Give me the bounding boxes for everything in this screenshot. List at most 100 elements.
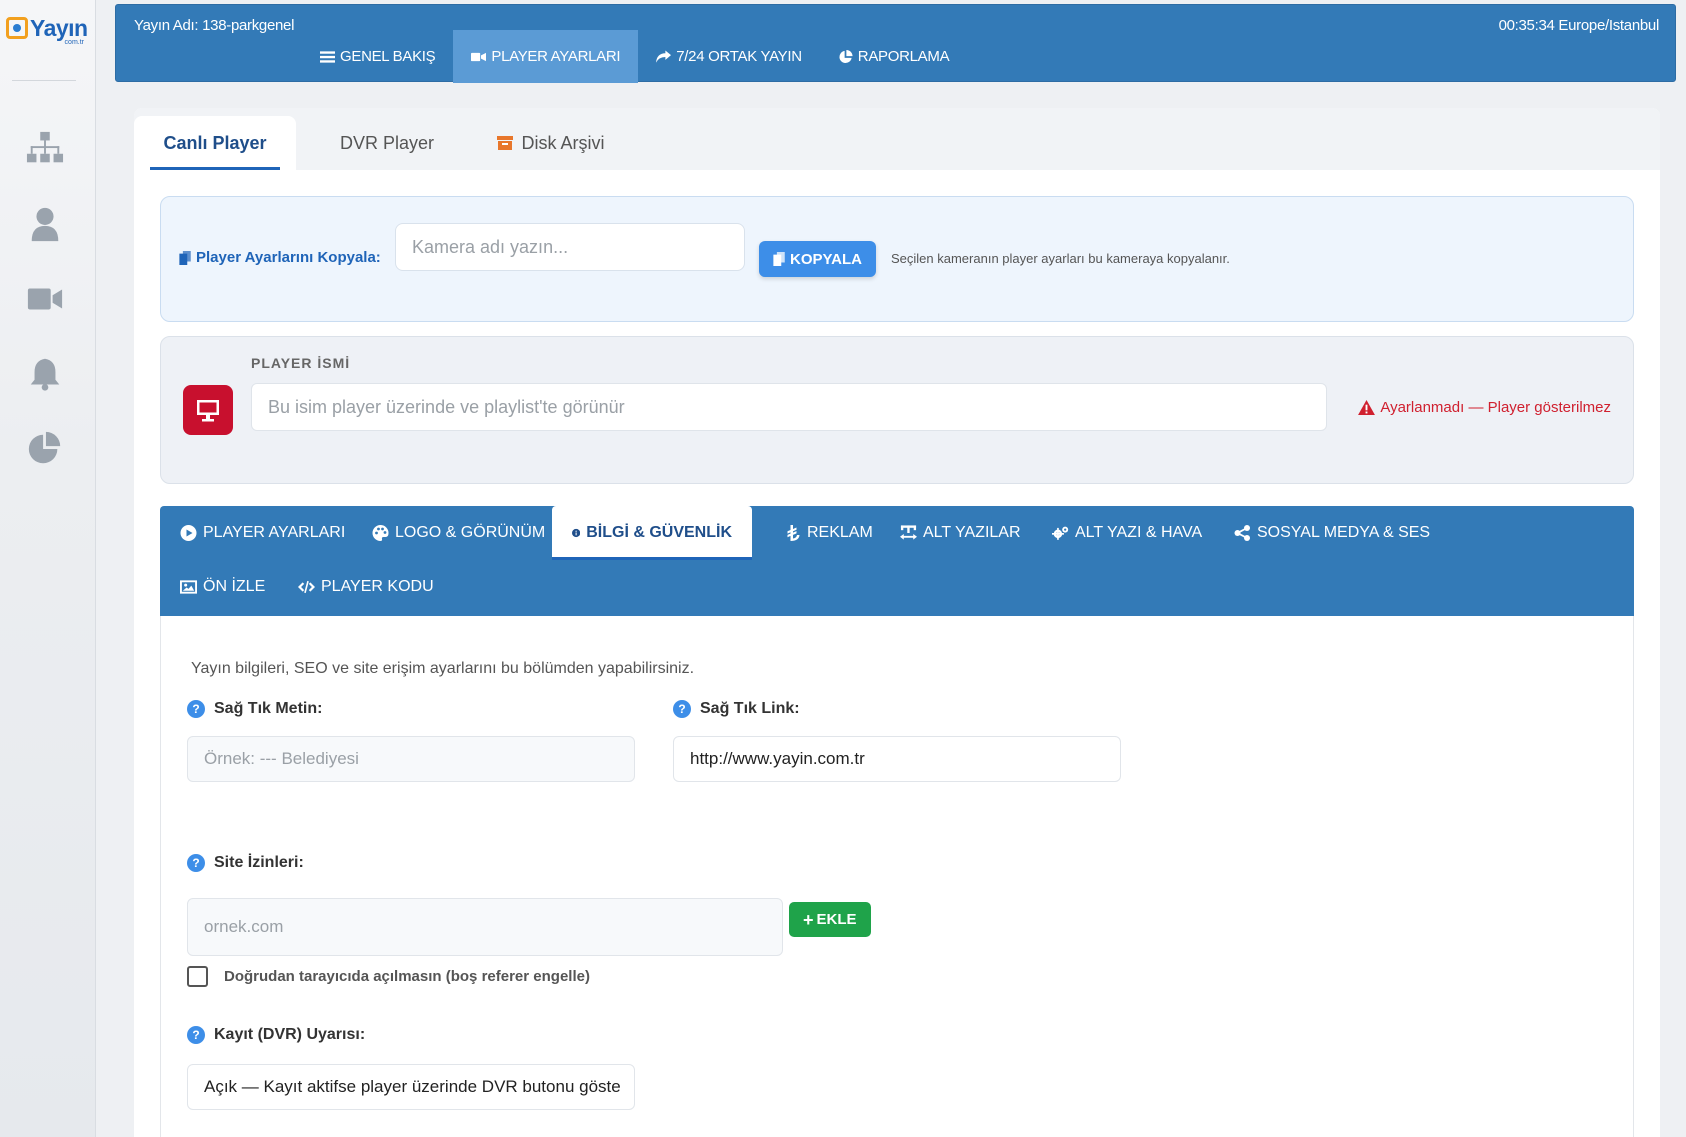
add-site-button[interactable]: + EKLE bbox=[789, 902, 871, 937]
label-text: Site İzinleri: bbox=[214, 854, 304, 871]
subtab-label: ALT YAZILAR bbox=[923, 524, 1021, 541]
subtab-on-izle[interactable]: ÖN İZLE bbox=[160, 560, 285, 614]
copy-label-text: Player Ayarlarını Kopyala: bbox=[196, 249, 381, 266]
copy-icon bbox=[179, 250, 191, 265]
tab-label: DVR Player bbox=[339, 132, 435, 153]
subtab-label: ALT YAZI & HAVA bbox=[1075, 524, 1203, 541]
play-circle-icon bbox=[180, 525, 197, 541]
copy-icon bbox=[773, 252, 785, 266]
subtab-label: BİLGİ & GÜVENLİK bbox=[586, 524, 732, 541]
video-icon bbox=[471, 50, 487, 64]
no-direct-open-row: Doğrudan tarayıcıda açılmasın (boş refer… bbox=[187, 966, 590, 987]
share-icon bbox=[656, 49, 672, 64]
tab-label: Canlı Player bbox=[163, 132, 267, 153]
site-permissions-label: ? Site İzinleri: bbox=[187, 854, 304, 872]
selected-value: Açık — Kayıt aktifse player üzerinde DVR… bbox=[204, 1077, 621, 1096]
code-icon bbox=[298, 580, 315, 594]
cogs-icon bbox=[1052, 526, 1069, 540]
tab-label: Disk Arşivi bbox=[521, 132, 605, 153]
dvr-warning-select[interactable]: Açık — Kayıt aktifse player üzerinde DVR… bbox=[187, 1064, 635, 1110]
copy-settings-box: Player Ayarlarını Kopyala: KOPYALA Seçil… bbox=[160, 196, 1634, 322]
help-icon[interactable]: ? bbox=[673, 700, 691, 718]
help-icon[interactable]: ? bbox=[187, 700, 205, 718]
plus-icon: + bbox=[803, 909, 814, 930]
subtab-alt-yazi-hava[interactable]: ALT YAZI & HAVA bbox=[1032, 506, 1222, 560]
tab-dvr-player[interactable]: DVR Player bbox=[312, 116, 462, 170]
logo-mark-icon bbox=[6, 17, 28, 39]
pie-chart-icon[interactable] bbox=[24, 428, 66, 470]
nav-raporlama[interactable]: RAPORLAMA bbox=[820, 30, 968, 83]
active-tab-underline bbox=[150, 167, 280, 170]
label-text: Sağ Tık Metin: bbox=[214, 700, 323, 717]
help-icon[interactable]: ? bbox=[187, 854, 205, 872]
help-icon[interactable]: ? bbox=[187, 1026, 205, 1044]
image-icon bbox=[180, 580, 197, 594]
subtab-player-kodu[interactable]: PLAYER KODU bbox=[278, 560, 454, 614]
tab-disk-arsivi[interactable]: Disk Arşivi bbox=[476, 116, 626, 170]
info-security-content: Yayın bilgileri, SEO ve site erişim ayar… bbox=[160, 616, 1634, 1137]
player-name-label: PLAYER İSMİ bbox=[251, 355, 351, 371]
subtab-player-ayarlari[interactable]: PLAYER AYARLARI bbox=[160, 506, 365, 560]
copy-settings-label: Player Ayarlarını Kopyala: bbox=[179, 249, 381, 266]
subtab-logo-gorunum[interactable]: LOGO & GÖRÜNÜM bbox=[352, 506, 565, 560]
subtab-alt-yazilar[interactable]: ALT YAZILAR bbox=[880, 506, 1041, 560]
broadcast-title: Yayın Adı: 138-parkgenel bbox=[134, 17, 295, 34]
warning-text: Ayarlanmadı — Player gösterilmez bbox=[1380, 399, 1611, 416]
copy-button-label: KOPYALA bbox=[790, 250, 862, 268]
desktop-icon bbox=[183, 385, 233, 435]
nav-label: RAPORLAMA bbox=[857, 48, 950, 65]
sidebar-divider bbox=[12, 80, 76, 81]
active-subtab-underline bbox=[552, 557, 752, 560]
pie-chart-icon bbox=[838, 49, 853, 64]
clock-timezone: 00:35:34 Europe/Istanbul bbox=[1498, 17, 1660, 34]
label-text: Sağ Tık Link: bbox=[700, 700, 800, 717]
tab-canli-player[interactable]: Canlı Player bbox=[134, 116, 296, 170]
user-icon[interactable] bbox=[24, 203, 66, 245]
sidebar: Yayın com.tr bbox=[0, 0, 96, 1137]
subtab-label: REKLAM bbox=[807, 524, 873, 541]
nav-genel-bakis[interactable]: GENEL BAKIŞ bbox=[302, 30, 453, 83]
palette-icon bbox=[372, 525, 389, 541]
label-text: Kayıt (DVR) Uyarısı: bbox=[214, 1026, 366, 1043]
site-permission-input[interactable] bbox=[187, 898, 783, 956]
right-click-text-label: ? Sağ Tık Metin: bbox=[187, 700, 322, 718]
camera-name-input[interactable] bbox=[395, 223, 745, 271]
text-width-icon bbox=[900, 525, 917, 540]
subtab-label: PLAYER KODU bbox=[321, 578, 434, 595]
bell-icon[interactable] bbox=[24, 353, 66, 395]
info-circle-icon bbox=[572, 528, 581, 538]
lira-icon bbox=[787, 525, 800, 541]
right-click-text-input[interactable] bbox=[187, 736, 635, 782]
subtab-reklam[interactable]: REKLAM bbox=[764, 506, 893, 560]
logo-subtext: com.tr bbox=[64, 39, 84, 46]
subtab-label: LOGO & GÖRÜNÜM bbox=[395, 524, 546, 541]
main-panel: Canlı Player DVR Player Disk Arşivi Play… bbox=[134, 108, 1660, 1137]
no-direct-open-checkbox[interactable] bbox=[187, 966, 208, 987]
right-click-link-input[interactable] bbox=[673, 736, 1121, 782]
subtab-label: SOSYAL MEDYA & SES bbox=[1257, 524, 1431, 541]
checkbox-label: Doğrudan tarayıcıda açılmasın (boş refer… bbox=[224, 968, 590, 985]
logo-text: Yayın bbox=[30, 14, 88, 41]
subtab-bilgi-guvenlik[interactable]: BİLGİ & GÜVENLİK bbox=[552, 506, 752, 560]
sitemap-icon[interactable] bbox=[24, 128, 66, 170]
top-header: Yayın Adı: 138-parkgenel 00:35:34 Europe… bbox=[115, 4, 1676, 83]
add-button-label: EKLE bbox=[816, 911, 857, 928]
nav-ortak-yayin[interactable]: 7/24 ORTAK YAYIN bbox=[638, 30, 820, 83]
dvr-warning-label: ? Kayıt (DVR) Uyarısı: bbox=[187, 1026, 365, 1044]
nav-player-ayarlari[interactable]: PLAYER AYARLARI bbox=[453, 30, 639, 83]
brand-logo[interactable]: Yayın com.tr bbox=[6, 10, 90, 46]
copy-button[interactable]: KOPYALA bbox=[759, 241, 876, 277]
bars-icon bbox=[320, 50, 335, 64]
video-icon[interactable] bbox=[24, 278, 66, 320]
subtab-sosyal-medya-ses[interactable]: SOSYAL MEDYA & SES bbox=[1214, 506, 1450, 560]
player-type-tabs: Canlı Player DVR Player Disk Arşivi bbox=[134, 108, 1660, 170]
main-nav: GENEL BAKIŞ PLAYER AYARLARI 7/24 ORTAK Y… bbox=[302, 30, 967, 83]
player-name-input[interactable] bbox=[251, 383, 1327, 431]
nav-label: 7/24 ORTAK YAYIN bbox=[676, 48, 802, 65]
share-nodes-icon bbox=[1234, 525, 1250, 541]
player-name-box: PLAYER İSMİ Ayarlanmadı — Player gösteri… bbox=[160, 336, 1634, 484]
section-intro: Yayın bilgileri, SEO ve site erişim ayar… bbox=[191, 660, 695, 677]
subtab-label: PLAYER AYARLARI bbox=[203, 524, 346, 541]
archive-icon bbox=[497, 136, 514, 150]
right-click-link-label: ? Sağ Tık Link: bbox=[673, 700, 800, 718]
